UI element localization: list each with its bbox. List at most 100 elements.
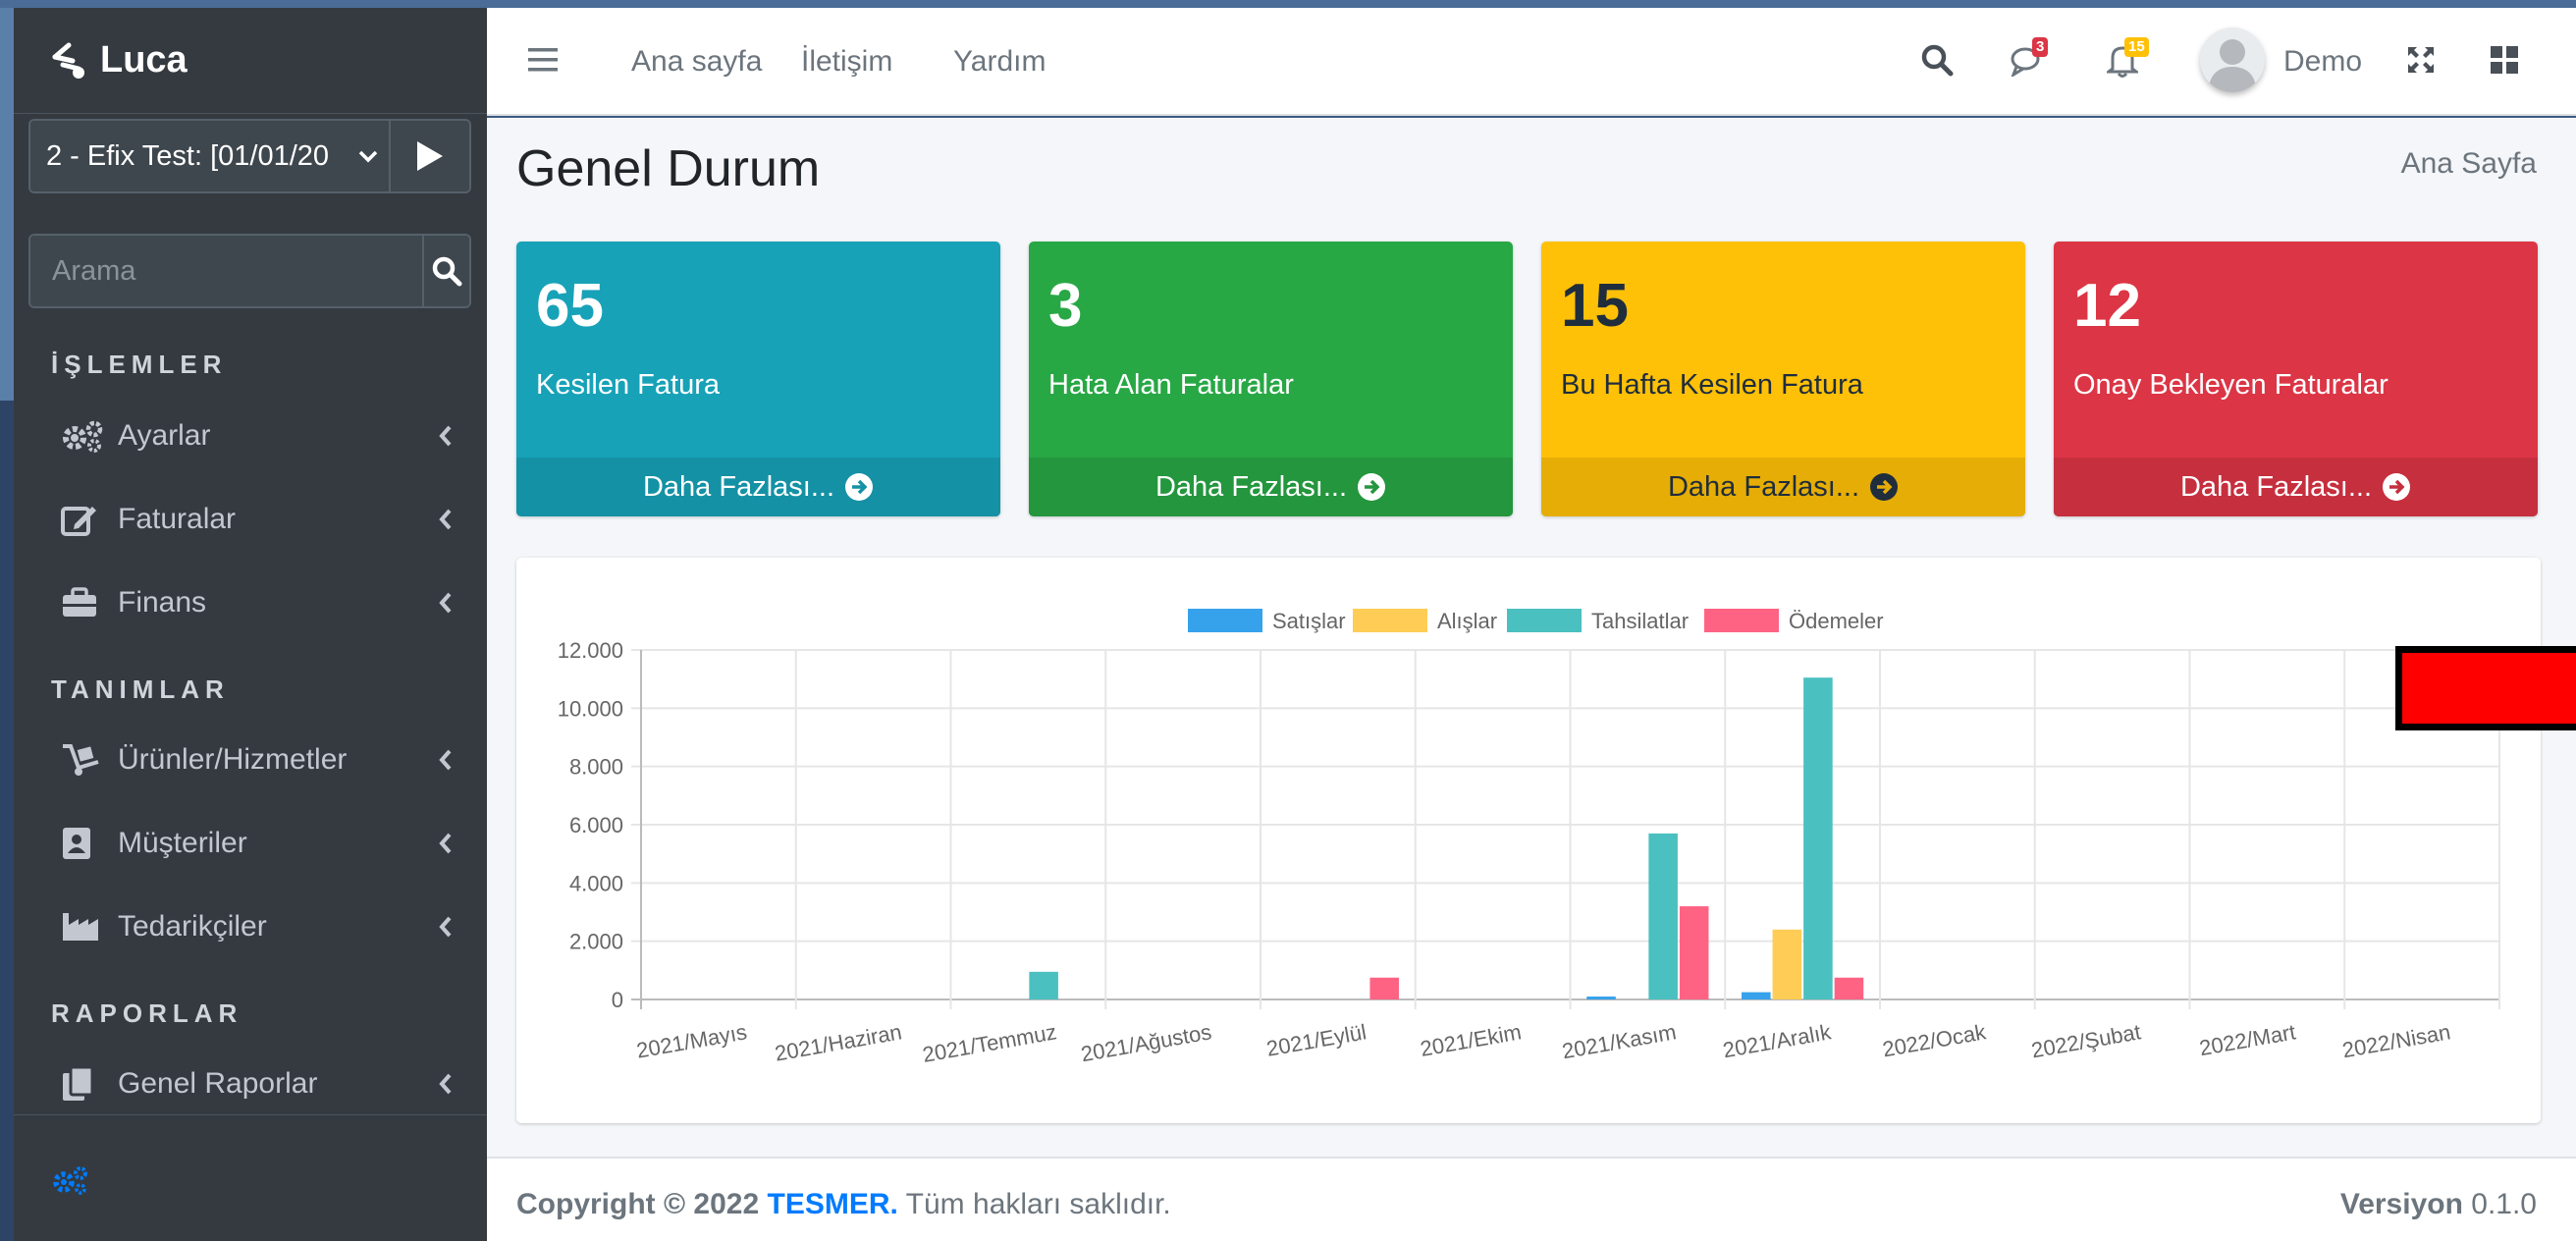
x-tick-label: 2021/Aralık xyxy=(1721,1019,1834,1062)
stat-value: 65 xyxy=(536,272,604,340)
sidebar-item-label: Müşteriler xyxy=(118,827,247,859)
chevron-left-icon xyxy=(439,425,452,447)
nav-header-tanimlar: TANIMLAR xyxy=(51,674,230,704)
messages-button[interactable]: 3 xyxy=(2011,37,2050,81)
bar xyxy=(1369,977,1399,999)
hamburger-menu-icon[interactable] xyxy=(528,47,558,73)
arrow-circle-right-icon xyxy=(2383,473,2411,501)
x-tick-label: 2021/Haziran xyxy=(773,1019,903,1065)
chevron-left-icon xyxy=(439,916,452,938)
industry-icon xyxy=(61,911,106,943)
y-tick-label: 10.000 xyxy=(558,696,623,721)
bar xyxy=(1803,677,1833,999)
brand-link[interactable]: Luca xyxy=(14,8,487,114)
copy-icon xyxy=(61,1065,106,1103)
sidebar-item-faturalar[interactable]: Faturalar xyxy=(61,490,463,549)
stat-label: Bu Hafta Kesilen Fatura xyxy=(1561,369,1863,401)
search-icon[interactable] xyxy=(1920,43,1954,77)
legend-swatch xyxy=(1507,609,1582,632)
nav-link-yardim[interactable]: Yardım xyxy=(953,45,1046,79)
sidebar-item-label: Ayarlar xyxy=(118,419,211,452)
x-tick-label: 2022/Nisan xyxy=(2340,1019,2452,1062)
chevron-down-icon xyxy=(358,150,378,163)
sidebar-item-label: Faturalar xyxy=(118,503,237,535)
more-info-link[interactable]: Daha Fazlası... xyxy=(516,458,1000,516)
chevron-left-icon xyxy=(439,592,452,614)
legend-label: Tahsilatlar xyxy=(1591,609,1689,633)
sidebar-search-input[interactable] xyxy=(30,236,422,306)
sidebar-item-label: Ürünler/Hizmetler xyxy=(118,743,348,776)
bar xyxy=(1586,997,1616,999)
stat-value: 3 xyxy=(1048,272,1083,340)
address-book-icon xyxy=(61,826,106,861)
company-select[interactable]: 2 - Efix Test: [01/01/20 xyxy=(30,121,389,191)
nav-link-ana-sayfa[interactable]: Ana sayfa xyxy=(631,45,762,79)
edit-icon xyxy=(61,503,106,536)
stat-label: Kesilen Fatura xyxy=(536,369,720,401)
copyright-text: Copyright © 2022 xyxy=(516,1188,760,1220)
play-icon xyxy=(417,141,443,171)
legend-label: Alışlar xyxy=(1437,609,1497,633)
more-info-link[interactable]: Daha Fazlası... xyxy=(1541,458,2025,516)
x-tick-label: 2022/Şubat xyxy=(2029,1019,2142,1062)
y-tick-label: 0 xyxy=(612,988,623,1012)
sidebar-search-button[interactable] xyxy=(422,236,469,306)
sidebar-item-musteriler[interactable]: Müşteriler xyxy=(61,814,463,873)
sidebar-item-ayarlar[interactable]: Ayarlar xyxy=(61,406,463,465)
user-name[interactable]: Demo xyxy=(2283,45,2362,79)
x-tick-label: 2021/Ekim xyxy=(1419,1019,1524,1061)
sidebar: Luca 2 - Efix Test: [01/01/20 İŞLEMLER A… xyxy=(14,8,487,1241)
settings-gears-icon[interactable] xyxy=(51,1164,90,1201)
legend-swatch xyxy=(1188,609,1262,632)
more-info-label: Daha Fazlası... xyxy=(1154,470,1348,503)
footer-brand-link[interactable]: TESMER. xyxy=(768,1188,898,1220)
bar xyxy=(1834,977,1864,999)
x-tick-label: 2022/Ocak xyxy=(1881,1019,1989,1061)
notifications-button[interactable]: 15 xyxy=(2104,37,2149,81)
version: Versiyon 0.1.0 xyxy=(2340,1188,2537,1221)
top-navbar: Ana sayfa İletişim Yardım 3 15 Demo xyxy=(487,8,2576,116)
x-tick-label: 2022/Mart xyxy=(2197,1019,2297,1060)
nav-header-raporlar: RAPORLAR xyxy=(51,998,243,1028)
sidebar-item-label: Finans xyxy=(118,586,207,619)
nav-link-iletisim[interactable]: İletişim xyxy=(801,45,892,79)
sidebar-item-genel-raporlar[interactable]: Genel Raporlar xyxy=(61,1054,463,1113)
x-tick-label: 2021/Mayıs xyxy=(634,1019,748,1062)
main-content: Genel Durum Ana Sayfa 65 Kesilen Fatura … xyxy=(487,118,2576,1157)
stat-value: 15 xyxy=(1561,272,1629,340)
more-info-link[interactable]: Daha Fazlası... xyxy=(2054,458,2538,516)
app-window: Luca 2 - Efix Test: [01/01/20 İŞLEMLER A… xyxy=(14,8,2576,1241)
copyright: Copyright © 2022 TESMER. Tüm hakları sak… xyxy=(516,1188,1171,1221)
grid-apps-icon[interactable] xyxy=(2490,45,2519,75)
sidebar-search xyxy=(28,234,471,308)
sidebar-item-tedarikciler[interactable]: Tedarikçiler xyxy=(61,897,463,956)
sidebar-item-label: Genel Raporlar xyxy=(118,1067,318,1100)
x-tick-label: 2021/Eylül xyxy=(1264,1019,1368,1060)
sidebar-item-urunler[interactable]: Ürünler/Hizmetler xyxy=(61,730,463,789)
avatar[interactable] xyxy=(2200,27,2265,92)
version-label: Versiyon xyxy=(2339,1188,2463,1220)
fullscreen-icon[interactable] xyxy=(2406,45,2436,75)
user-avatar-icon xyxy=(2208,39,2257,92)
x-tick-label: 2021/Kasım xyxy=(1560,1019,1678,1063)
chevron-left-icon xyxy=(439,749,452,771)
page-title: Genel Durum xyxy=(516,140,821,197)
y-tick-label: 12.000 xyxy=(558,638,623,663)
bar xyxy=(1648,833,1678,999)
more-info-link[interactable]: Daha Fazlası... xyxy=(1029,458,1513,516)
y-tick-label: 6.000 xyxy=(569,813,623,837)
messages-badge: 3 xyxy=(2032,37,2049,57)
nav-header-islemler: İŞLEMLER xyxy=(51,350,228,379)
breadcrumb[interactable]: Ana Sayfa xyxy=(2401,147,2537,181)
legend-swatch xyxy=(1704,609,1779,632)
rights-text: Tüm hakları saklıdır. xyxy=(905,1188,1171,1220)
bar xyxy=(1679,906,1709,999)
sidebar-item-finans[interactable]: Finans xyxy=(61,573,463,632)
legend-swatch xyxy=(1353,609,1427,632)
company-apply-button[interactable] xyxy=(389,121,469,191)
page-footer: Copyright © 2022 TESMER. Tüm hakları sak… xyxy=(487,1157,2576,1241)
stat-box-hata-alan: 3 Hata Alan Faturalar Daha Fazlası... xyxy=(1029,242,1513,516)
legend-label: Satışlar xyxy=(1272,609,1346,633)
more-info-label: Daha Fazlası... xyxy=(2179,470,2373,503)
briefcase-icon xyxy=(61,587,106,619)
